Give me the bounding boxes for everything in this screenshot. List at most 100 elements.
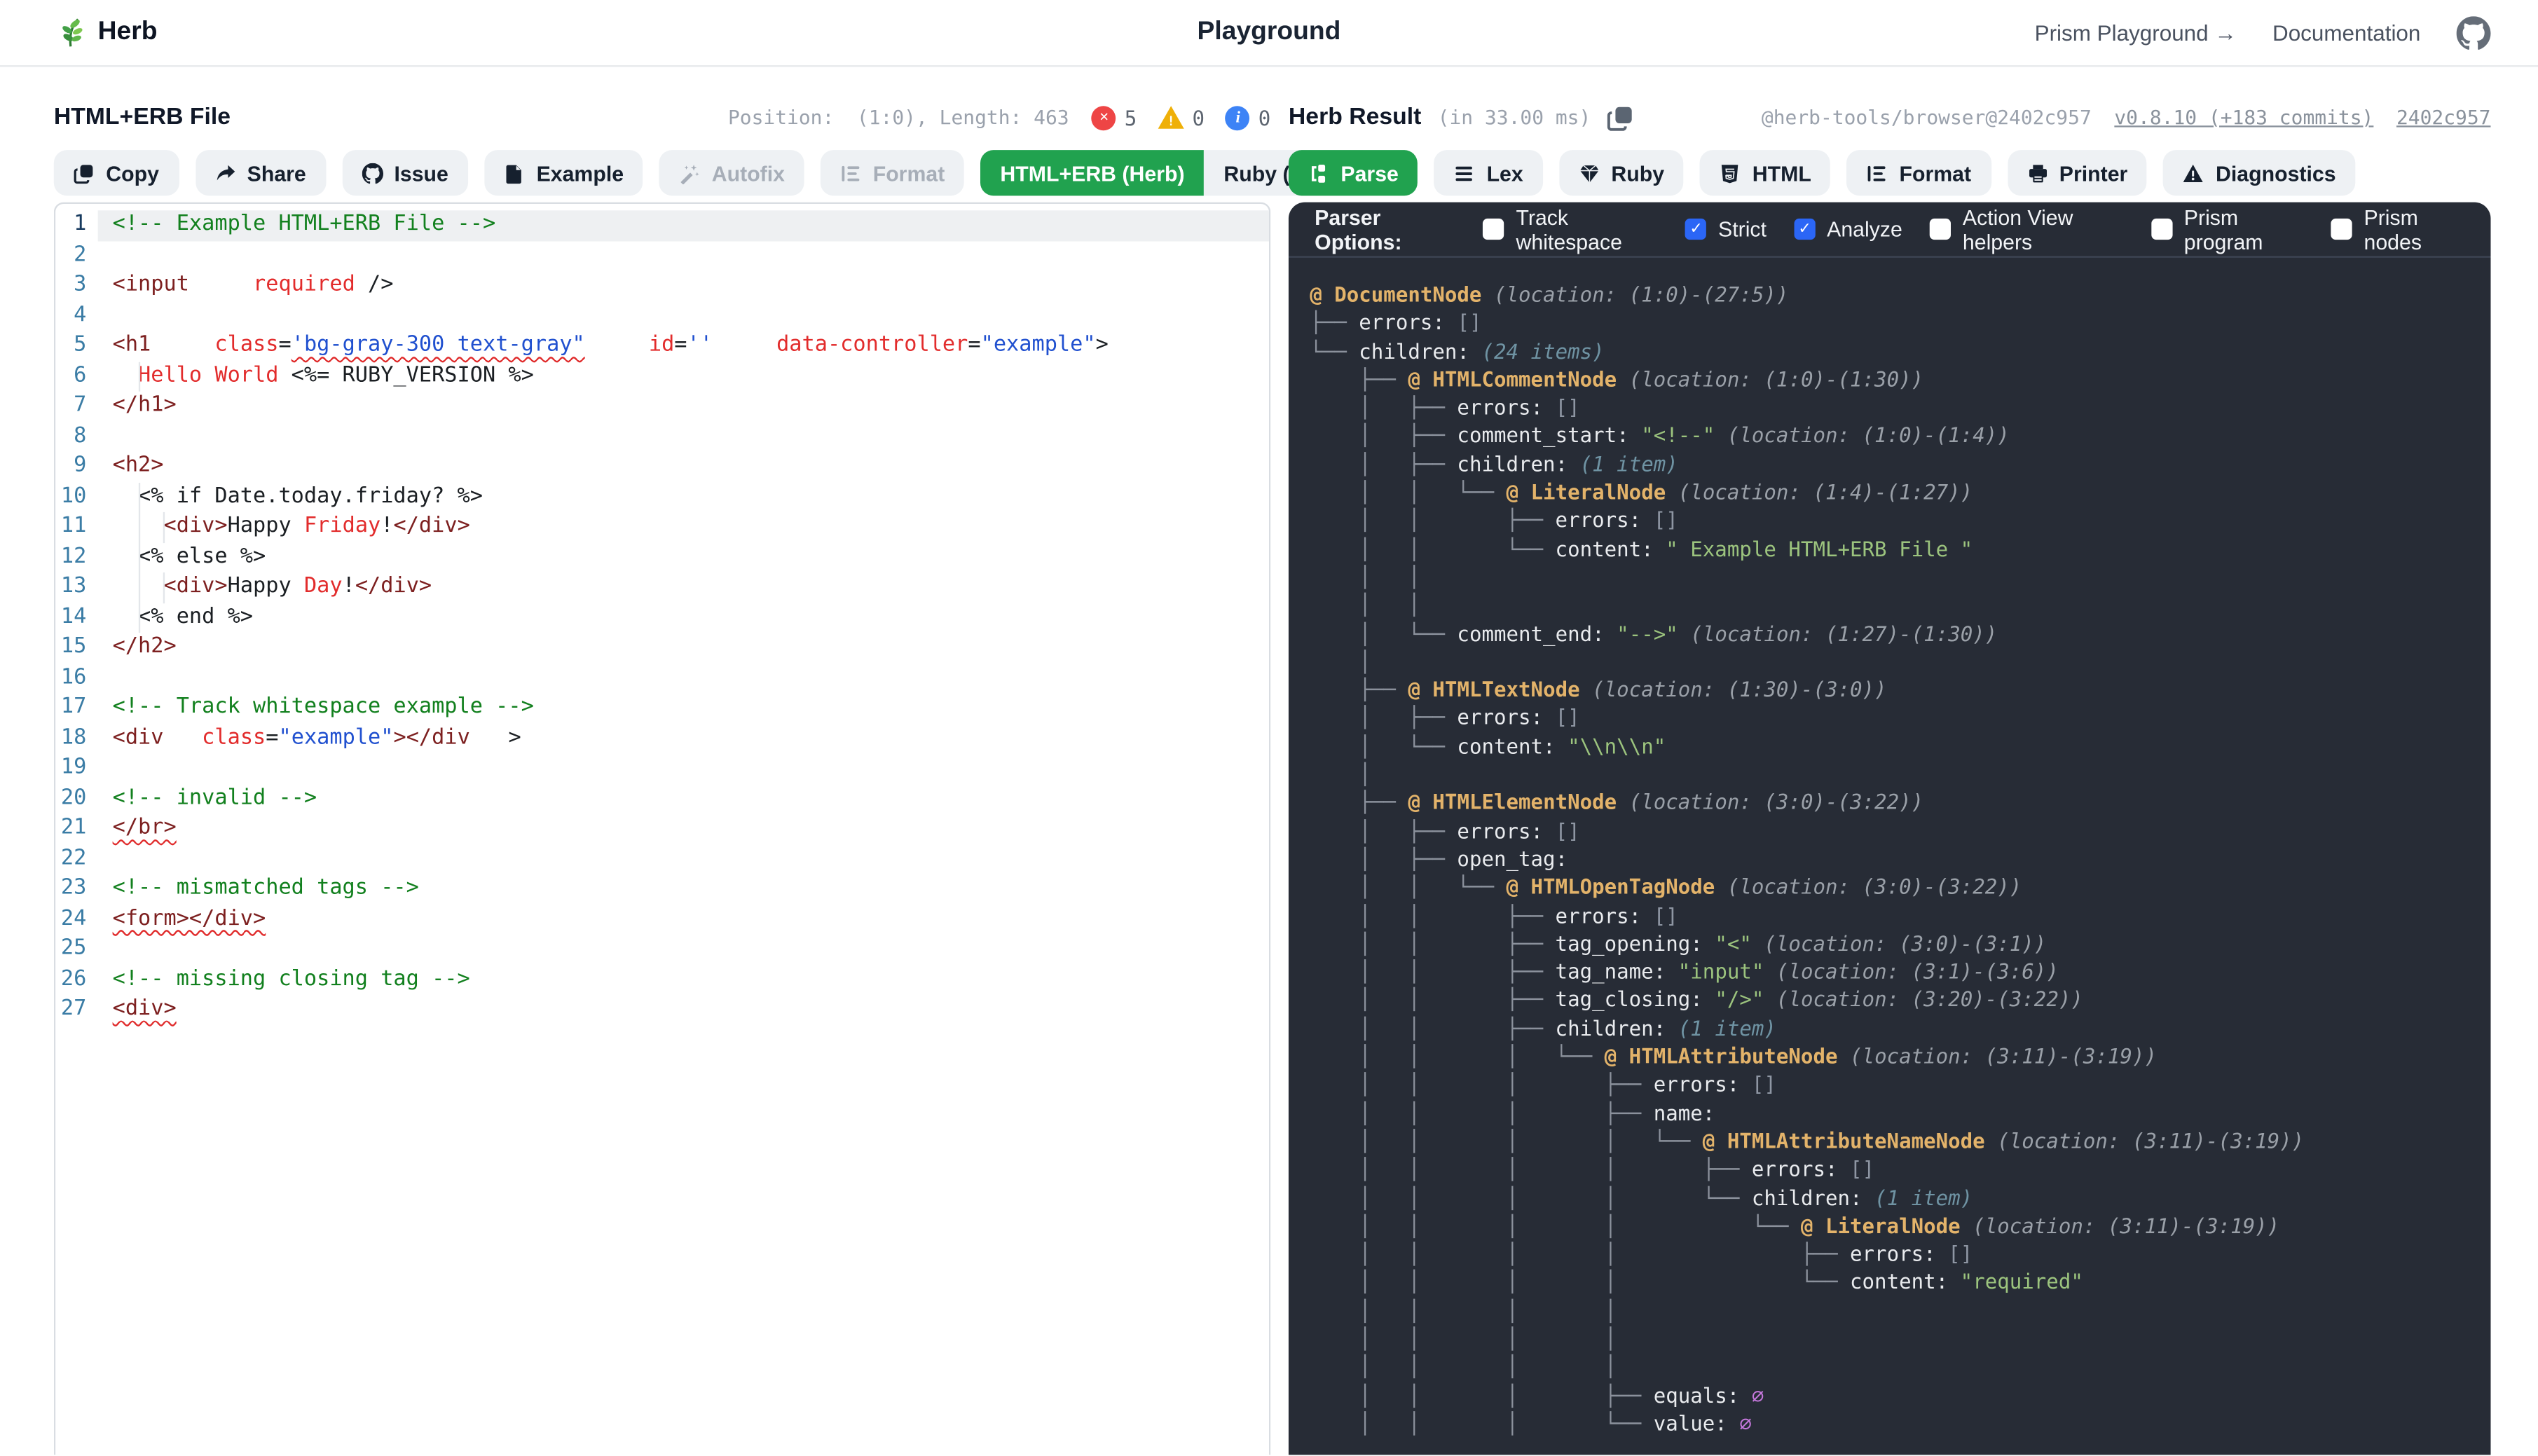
gem-icon [1579,163,1600,184]
checkbox-action-view-helpers[interactable]: Action View helpers [1930,205,2123,254]
share-button[interactable]: Share [195,150,326,195]
line-number: 11 [55,512,98,542]
tree-row: │ ├── errors: [] [1310,393,2478,421]
github-icon [362,163,383,184]
code-line: <% else %> [98,542,1269,572]
line-number: 26 [55,965,98,995]
ruby-button[interactable]: Ruby [1559,150,1684,195]
diagnostics-button[interactable]: Diagnostics [2164,150,2356,195]
line-number: 13 [55,572,98,603]
warning-count-badge: ! 0 [1158,105,1205,130]
checkbox-analyze[interactable]: ✓Analyze [1795,217,1902,242]
issue-button[interactable]: Issue [342,150,468,195]
tree-row: @ DocumentNode (location: (1:0)-(27:5)) [1310,280,2478,308]
indent-icon [840,163,861,184]
share-icon [214,163,235,184]
commit-link[interactable]: 2402c957 [2396,106,2491,129]
code-editor[interactable]: 1234567891011121314151617181920212223242… [54,202,1271,1455]
format-result-button[interactable]: Format [1847,150,1991,195]
line-number: 4 [55,301,98,331]
line-number: 25 [55,935,98,965]
checked-checkbox-icon: ✓ [1685,219,1706,240]
parse-tree[interactable]: @ DocumentNode (location: (1:0)-(27:5)) ├… [1289,258,2491,1455]
indent-guide [139,482,140,633]
tree-row: │ │ [1310,591,2478,619]
tree-row: │ │ ├── children: (1 item) [1310,1014,2478,1042]
unchecked-checkbox-icon [2151,219,2172,240]
checkbox-prism-program[interactable]: Prism program [2151,205,2303,254]
source-pane: HTML+ERB File Position: (1:0), Length: 4… [54,67,1271,1455]
code-line: <div>Happy Day!</div> [98,572,1269,603]
code-line: <% if Date.today.friday? %> [98,482,1269,512]
tree-row: │ ├── errors: [] [1310,816,2478,844]
editor-toolbar: Copy Share Issue Example Autofix Format HTML+E… [54,150,1271,195]
tree-row: │ │ └── @ HTMLOpenTagNode (location: (3:… [1310,873,2478,901]
version-link[interactable]: v0.8.10 (+183 commits) [2114,106,2373,129]
tree-row: │ │ │ └── @ HTMLAttributeNode (location:… [1310,1042,2478,1070]
code-line [98,422,1269,452]
top-header: Herb Playground Prism Playground → Docum… [0,0,2538,67]
code-line: </h1> [98,392,1269,422]
format-button[interactable]: Format [821,150,964,195]
tree-row: ├── @ HTMLTextNode (location: (1:30)-(3:… [1310,675,2478,703]
printer-button[interactable]: Printer [2007,150,2147,195]
code-line: <h2> [98,452,1269,482]
nav-documentation[interactable]: Documentation [2272,20,2420,45]
html-button[interactable]: HTML [1700,150,1830,195]
tree-row: │ └── content: "\\n\\n" [1310,732,2478,760]
tree-row: │ │ │ └── value: ∅ [1310,1409,2478,1437]
indent-guide [163,572,165,603]
code-line: <input required /> [98,270,1269,301]
copy-icon [74,163,95,184]
left-panel-title: HTML+ERB File [54,104,231,130]
lex-button[interactable]: Lex [1434,150,1543,195]
code-line: <div>Happy Friday!</div> [98,512,1269,542]
result-panel: Parser Options: Track whitespace✓Strict✓… [1289,202,2491,1455]
indent-guide [163,512,165,542]
position-label: Position: [728,106,834,129]
code-line: <h1 class='bg-gray-300 text-gray" id='' … [98,331,1269,362]
parse-icon [1308,163,1329,184]
line-number: 8 [55,422,98,452]
line-number: 20 [55,783,98,813]
code-line: <!-- Example HTML+ERB File --> [98,210,1269,240]
tree-row: │ │ │ │ └── @ LiteralNode (location: (3:… [1310,1211,2478,1239]
line-number: 5 [55,331,98,362]
github-icon[interactable] [2457,15,2491,50]
line-number: 27 [55,995,98,1025]
tree-row: └── children: (24 items) [1310,337,2478,365]
tree-row: │ ├── open_tag: [1310,845,2478,873]
error-count-badge: ✕ 5 [1092,105,1137,130]
checkbox-track-whitespace[interactable]: Track whitespace [1483,205,1658,254]
checkbox-prism-nodes[interactable]: Prism nodes [2331,205,2464,254]
tree-row: │ │ │ │ ├── errors: [] [1310,1155,2478,1183]
position-value: (1:0), Length: 463 [857,106,1069,129]
code-area[interactable]: <!-- Example HTML+ERB File --> <input req… [98,204,1269,1455]
tree-row: │ │ │ │ [1310,1296,2478,1324]
code-line: </h2> [98,633,1269,663]
example-button[interactable]: Example [484,150,643,195]
unchecked-checkbox-icon [1930,219,1951,240]
tree-row: │ │ │ │ [1310,1352,2478,1380]
line-number: 23 [55,874,98,905]
autofix-button[interactable]: Autofix [659,150,804,195]
parse-button[interactable]: Parse [1289,150,1418,195]
main-columns: HTML+ERB File Position: (1:0), Length: 4… [0,67,2538,1455]
line-number: 16 [55,663,98,693]
unchecked-checkbox-icon [1483,219,1504,240]
line-number: 7 [55,392,98,422]
copy-button[interactable]: Copy [54,150,179,195]
tree-row: │ ├── comment_start: "<!--" (location: (… [1310,422,2478,450]
tree-row: │ │ │ ├── name: [1310,1099,2478,1127]
nav-prism-playground[interactable]: Prism Playground → [2035,20,2237,45]
tree-row: ├── @ HTMLCommentNode (location: (1:0)-(… [1310,365,2478,393]
line-number: 1 [55,210,98,240]
copy-result-button[interactable] [1607,104,1635,132]
checkbox-strict[interactable]: ✓Strict [1685,217,1767,242]
indent-icon [1867,163,1888,184]
right-panel-title: Herb Result [1289,104,1421,130]
warn-icon [2183,163,2204,184]
diagnostic-badges: ✕ 5 ! 0 i 0 [1092,105,1270,130]
tab-html-erb-herb[interactable]: HTML+ERB (Herb) [980,150,1204,195]
parser-options-label: Parser Options: [1315,205,1455,254]
